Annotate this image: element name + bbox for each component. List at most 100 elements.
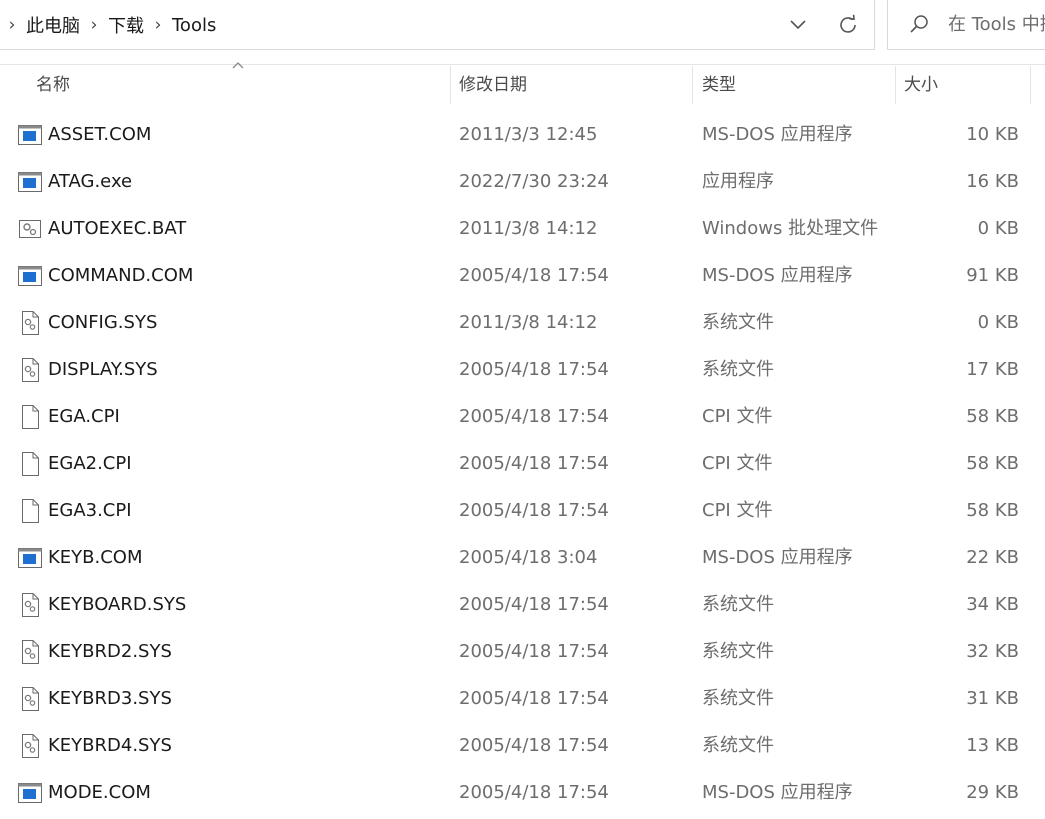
file-name: ASSET.COM <box>48 124 152 145</box>
file-size: 34 KB <box>966 594 1019 615</box>
file-type: MS-DOS 应用程序 <box>702 782 853 803</box>
file-size: 17 KB <box>966 359 1019 380</box>
file-name: AUTOEXEC.BAT <box>48 218 187 239</box>
file-row[interactable]: COMMAND.COM 2005/4/18 17:54 MS-DOS 应用程序 91 … <box>0 252 1045 299</box>
file-modified-date: 2011/3/3 12:45 <box>459 124 598 145</box>
file-modified-date: 2005/4/18 17:54 <box>459 453 609 474</box>
breadcrumb-item-downloads[interactable]: 下载 <box>106 12 146 38</box>
file-row[interactable]: KEYB.COM 2005/4/18 3:04 MS-DOS 应用程序 22 KB <box>0 534 1045 581</box>
file-row[interactable]: KEYBRD4.SYS 2005/4/18 17:54 系统文件 13 KB <box>0 722 1045 769</box>
system-file-icon <box>17 357 43 383</box>
batch-gear-icon <box>17 216 43 242</box>
file-size: 16 KB <box>966 171 1019 192</box>
file-explorer-window: › 此电脑 › 下载 › Tools 在 Tools 中搜 <box>0 0 1045 819</box>
file-type: 系统文件 <box>702 359 774 380</box>
file-row[interactable]: ATAG.exe 2022/7/30 23:24 应用程序 16 KB <box>0 158 1045 205</box>
file-row[interactable]: MODE.COM 2005/4/18 17:54 MS-DOS 应用程序 29 KB <box>0 769 1045 816</box>
file-name: KEYBRD4.SYS <box>48 735 172 756</box>
address-bar[interactable]: › 此电脑 › 下载 › Tools <box>0 0 875 50</box>
file-type: MS-DOS 应用程序 <box>702 547 853 568</box>
column-header-name[interactable]: 名称 <box>0 65 450 105</box>
file-name: CONFIG.SYS <box>48 312 158 333</box>
column-header-size-label: 大小 <box>904 75 938 95</box>
file-size: 32 KB <box>966 641 1019 662</box>
breadcrumb-item-tools[interactable]: Tools <box>170 15 218 36</box>
file-type: CPI 文件 <box>702 453 773 474</box>
search-box[interactable]: 在 Tools 中搜 <box>887 0 1045 50</box>
system-file-icon <box>17 639 43 665</box>
file-modified-date: 2005/4/18 17:54 <box>459 782 609 803</box>
column-header-date[interactable]: 修改日期 <box>451 65 692 105</box>
app-window-icon <box>17 780 43 806</box>
file-name: ATAG.exe <box>48 171 133 192</box>
file-type: MS-DOS 应用程序 <box>702 265 853 286</box>
file-modified-date: 2005/4/18 17:54 <box>459 406 609 427</box>
file-type: 应用程序 <box>702 171 774 192</box>
file-modified-date: 2011/3/8 14:12 <box>459 218 598 239</box>
file-size: 0 KB <box>977 218 1019 239</box>
file-size: 29 KB <box>966 782 1019 803</box>
history-dropdown-button[interactable] <box>776 0 820 50</box>
system-file-icon <box>17 310 43 336</box>
file-name: EGA.CPI <box>48 406 120 427</box>
chevron-right-icon[interactable]: › <box>0 15 24 35</box>
app-window-icon <box>17 263 43 289</box>
chevron-right-icon[interactable]: › <box>146 15 170 35</box>
file-modified-date: 2005/4/18 17:54 <box>459 641 609 662</box>
file-type: 系统文件 <box>702 641 774 662</box>
file-row[interactable]: CONFIG.SYS 2011/3/8 14:12 系统文件 0 KB <box>0 299 1045 346</box>
file-type: 系统文件 <box>702 688 774 709</box>
file-type: MS-DOS 应用程序 <box>702 124 853 145</box>
file-size: 0 KB <box>977 312 1019 333</box>
column-header-size[interactable]: 大小 <box>896 65 1030 105</box>
file-row[interactable]: DISPLAY.SYS 2005/4/18 17:54 系统文件 17 KB <box>0 346 1045 393</box>
file-row[interactable]: ASSET.COM 2011/3/3 12:45 MS-DOS 应用程序 10 KB <box>0 111 1045 158</box>
chevron-right-icon[interactable]: › <box>82 15 106 35</box>
column-resize-handle[interactable] <box>1030 66 1031 104</box>
file-modified-date: 2005/4/18 17:54 <box>459 594 609 615</box>
file-name: EGA3.CPI <box>48 500 132 521</box>
file-modified-date: 2005/4/18 17:54 <box>459 359 609 380</box>
file-modified-date: 2011/3/8 14:12 <box>459 312 598 333</box>
file-name: DISPLAY.SYS <box>48 359 158 380</box>
file-row[interactable]: KEYBOARD.SYS 2005/4/18 17:54 系统文件 34 KB <box>0 581 1045 628</box>
file-size: 58 KB <box>966 406 1019 427</box>
refresh-icon <box>840 14 856 33</box>
file-modified-date: 2005/4/18 17:54 <box>459 265 609 286</box>
file-type: Windows 批处理文件 <box>702 218 879 239</box>
file-row[interactable]: AUTOEXEC.BAT 2011/3/8 14:12 Windows 批处理文件 0… <box>0 205 1045 252</box>
refresh-button[interactable] <box>826 0 870 50</box>
search-input[interactable]: 在 Tools 中搜 <box>948 0 1045 50</box>
file-type: 系统文件 <box>702 312 774 333</box>
file-size: 22 KB <box>966 547 1019 568</box>
column-header-name-label: 名称 <box>36 75 70 95</box>
breadcrumb-item-this-pc[interactable]: 此电脑 <box>24 12 82 38</box>
file-row[interactable]: KEYBRD2.SYS 2005/4/18 17:54 系统文件 32 KB <box>0 628 1045 675</box>
file-type: CPI 文件 <box>702 500 773 521</box>
app-window-icon <box>17 169 43 195</box>
blank-file-icon <box>17 451 43 477</box>
file-row[interactable]: EGA3.CPI 2005/4/18 17:54 CPI 文件 58 KB <box>0 487 1045 534</box>
file-modified-date: 2022/7/30 23:24 <box>459 171 609 192</box>
search-icon <box>910 15 928 33</box>
file-size: 10 KB <box>966 124 1019 145</box>
file-type: CPI 文件 <box>702 406 773 427</box>
file-row[interactable]: EGA.CPI 2005/4/18 17:54 CPI 文件 58 KB <box>0 393 1045 440</box>
app-window-icon <box>17 545 43 571</box>
column-header-type[interactable]: 类型 <box>693 65 895 105</box>
file-row[interactable]: KEYBRD3.SYS 2005/4/18 17:54 系统文件 31 KB <box>0 675 1045 722</box>
system-file-icon <box>17 686 43 712</box>
system-file-icon <box>17 733 43 759</box>
chevron-down-icon <box>790 20 806 30</box>
file-size: 31 KB <box>966 688 1019 709</box>
file-name: EGA2.CPI <box>48 453 132 474</box>
system-file-icon <box>17 592 43 618</box>
file-modified-date: 2005/4/18 17:54 <box>459 688 609 709</box>
file-name: KEYBRD3.SYS <box>48 688 172 709</box>
file-size: 91 KB <box>966 265 1019 286</box>
file-name: KEYBRD2.SYS <box>48 641 172 662</box>
blank-file-icon <box>17 498 43 524</box>
column-header-date-label: 修改日期 <box>459 75 527 95</box>
file-row[interactable]: EGA2.CPI 2005/4/18 17:54 CPI 文件 58 KB <box>0 440 1045 487</box>
column-header-type-label: 类型 <box>702 75 736 95</box>
